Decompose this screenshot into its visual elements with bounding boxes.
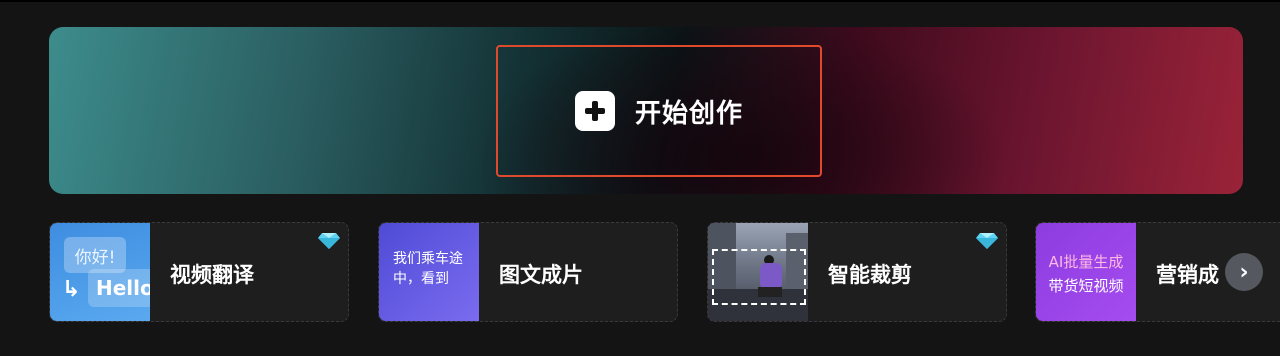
hello-english-bubble: Hello [88,269,150,307]
plus-square-icon [574,91,615,131]
return-arrow-icon: ↳ [62,277,81,302]
thumbnail-text: 我们乘车途中，看到 [393,251,463,287]
hero-banner: 开始创作 [49,27,1243,194]
hello-chinese-bubble: 你好! [64,237,126,273]
chevron-right-icon[interactable]: › [1225,253,1263,291]
feature-card-video-translate[interactable]: 你好! Hello ↳ 视频翻译 [49,222,349,322]
video-translate-thumbnail: 你好! Hello ↳ [50,223,150,321]
thumbnail-line-2: 带货短视频 [1048,277,1124,295]
feature-card-smart-crop[interactable]: 智能裁剪 [707,222,1007,322]
text-to-video-thumbnail: 我们乘车途中，看到 [379,223,479,321]
card-label: 智能裁剪 [828,263,912,287]
card-label: 视频翻译 [170,263,254,287]
diamond-icon [976,233,998,249]
marketing-thumbnail: AI批量生成 带货短视频 [1036,223,1136,321]
smart-crop-thumbnail [708,223,808,321]
card-label: 图文成片 [499,263,583,287]
crop-frame [712,249,806,305]
start-creating-button[interactable]: 开始创作 [496,45,822,177]
thumbnail-line-1: AI批量生成 [1048,253,1124,271]
feature-card-text-to-video[interactable]: 我们乘车途中，看到 图文成片 [378,222,678,322]
start-creating-label: 开始创作 [634,98,743,129]
diamond-icon [318,233,340,249]
top-divider [0,0,1280,2]
feature-cards-row: 你好! Hello ↳ 视频翻译 我们乘车途中，看到 图文成片 智能裁剪 AI批… [49,222,1280,322]
card-label: 营销成 [1156,263,1219,287]
